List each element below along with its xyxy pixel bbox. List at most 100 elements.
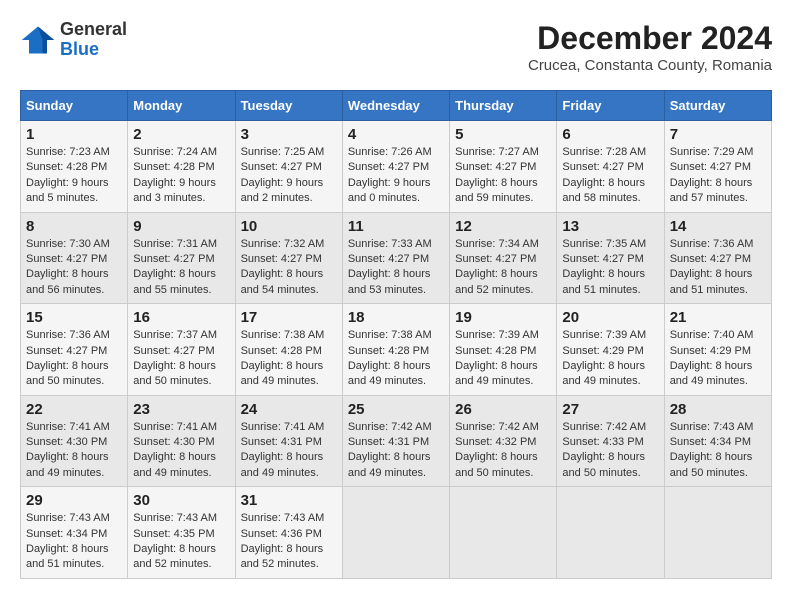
day-info: Sunrise: 7:37 AMSunset: 4:27 PMDaylight:… bbox=[133, 328, 229, 390]
day-number: 22 bbox=[26, 401, 122, 418]
day-info: Sunrise: 7:41 AMSunset: 4:31 PMDaylight:… bbox=[241, 420, 337, 482]
calendar-cell: 20Sunrise: 7:39 AMSunset: 4:29 PMDayligh… bbox=[557, 304, 664, 396]
day-number: 14 bbox=[670, 218, 766, 235]
day-number: 21 bbox=[670, 309, 766, 326]
header-sunday: Sunday bbox=[21, 91, 128, 121]
page-header: General Blue December 2024 Crucea, Const… bbox=[20, 20, 772, 74]
day-info: Sunrise: 7:33 AMSunset: 4:27 PMDaylight:… bbox=[348, 237, 444, 299]
day-info: Sunrise: 7:32 AMSunset: 4:27 PMDaylight:… bbox=[241, 237, 337, 299]
day-number: 23 bbox=[133, 401, 229, 418]
calendar-cell: 24 Sunrise: 7:41 AMSunset: 4:31 PMDayligh… bbox=[235, 395, 342, 487]
calendar-cell: 30 Sunrise: 7:43 AMSunset: 4:35 PMDayligh… bbox=[128, 487, 235, 579]
calendar-week-5: 29 Sunrise: 7:43 AMSunset: 4:34 PMDayligh… bbox=[21, 487, 772, 579]
header-friday: Friday bbox=[557, 91, 664, 121]
calendar-cell: 19Sunrise: 7:39 AMSunset: 4:28 PMDayligh… bbox=[450, 304, 557, 396]
header-monday: Monday bbox=[128, 91, 235, 121]
header-thursday: Thursday bbox=[450, 91, 557, 121]
calendar-cell: 10 Sunrise: 7:32 AMSunset: 4:27 PMDayligh… bbox=[235, 212, 342, 304]
day-number: 15 bbox=[26, 309, 122, 326]
calendar-cell: 31 Sunrise: 7:43 AMSunset: 4:36 PMDayligh… bbox=[235, 487, 342, 579]
day-number: 29 bbox=[26, 492, 122, 509]
calendar-cell: 15 Sunrise: 7:36 AMSunset: 4:27 PMDayligh… bbox=[21, 304, 128, 396]
logo-icon bbox=[20, 22, 56, 58]
day-info: Sunrise: 7:43 AMSunset: 4:34 PMDaylight:… bbox=[26, 511, 122, 573]
calendar-cell: 16 Sunrise: 7:37 AMSunset: 4:27 PMDayligh… bbox=[128, 304, 235, 396]
calendar-week-1: 1 Sunrise: 7:23 AMSunset: 4:28 PMDaylight… bbox=[21, 121, 772, 213]
day-number: 13 bbox=[562, 218, 658, 235]
day-info: Sunrise: 7:35 AMSunset: 4:27 PMDaylight:… bbox=[562, 237, 658, 299]
calendar-cell: 28 Sunrise: 7:43 AMSunset: 4:34 PMDayligh… bbox=[664, 395, 771, 487]
calendar-cell: 29 Sunrise: 7:43 AMSunset: 4:34 PMDayligh… bbox=[21, 487, 128, 579]
calendar-cell: 3 Sunrise: 7:25 AMSunset: 4:27 PMDaylight… bbox=[235, 121, 342, 213]
day-info: Sunrise: 7:41 AMSunset: 4:30 PMDaylight:… bbox=[26, 420, 122, 482]
day-info: Sunrise: 7:38 AMSunset: 4:28 PMDaylight:… bbox=[241, 328, 337, 390]
day-number: 30 bbox=[133, 492, 229, 509]
calendar-cell: 6 Sunrise: 7:28 AMSunset: 4:27 PMDaylight… bbox=[557, 121, 664, 213]
day-info: Sunrise: 7:31 AMSunset: 4:27 PMDaylight:… bbox=[133, 237, 229, 299]
header-wednesday: Wednesday bbox=[342, 91, 449, 121]
day-number: 27 bbox=[562, 401, 658, 418]
day-number: 8 bbox=[26, 218, 122, 235]
calendar-cell: 1 Sunrise: 7:23 AMSunset: 4:28 PMDaylight… bbox=[21, 121, 128, 213]
day-info: Sunrise: 7:26 AMSunset: 4:27 PMDaylight:… bbox=[348, 145, 444, 207]
calendar-cell: 18 Sunrise: 7:38 AMSunset: 4:28 PMDayligh… bbox=[342, 304, 449, 396]
calendar-cell: 8 Sunrise: 7:30 AMSunset: 4:27 PMDaylight… bbox=[21, 212, 128, 304]
day-info: Sunrise: 7:42 AMSunset: 4:33 PMDaylight:… bbox=[562, 420, 658, 482]
calendar-cell: 25 Sunrise: 7:42 AMSunset: 4:31 PMDayligh… bbox=[342, 395, 449, 487]
day-info: Sunrise: 7:43 AMSunset: 4:34 PMDaylight:… bbox=[670, 420, 766, 482]
day-number: 10 bbox=[241, 218, 337, 235]
day-number: 2 bbox=[133, 126, 229, 143]
calendar-cell: 21Sunrise: 7:40 AMSunset: 4:29 PMDayligh… bbox=[664, 304, 771, 396]
day-info: Sunrise: 7:36 AMSunset: 4:27 PMDaylight:… bbox=[670, 237, 766, 299]
day-number: 19 bbox=[455, 309, 551, 326]
calendar-cell: 27 Sunrise: 7:42 AMSunset: 4:33 PMDayligh… bbox=[557, 395, 664, 487]
day-number: 12 bbox=[455, 218, 551, 235]
day-number: 24 bbox=[241, 401, 337, 418]
calendar-cell: 11Sunrise: 7:33 AMSunset: 4:27 PMDayligh… bbox=[342, 212, 449, 304]
calendar-week-2: 8 Sunrise: 7:30 AMSunset: 4:27 PMDaylight… bbox=[21, 212, 772, 304]
calendar-cell bbox=[557, 487, 664, 579]
page-title: December 2024 bbox=[528, 20, 772, 57]
title-block: December 2024 Crucea, Constanta County, … bbox=[528, 20, 772, 74]
calendar-cell: 17 Sunrise: 7:38 AMSunset: 4:28 PMDayligh… bbox=[235, 304, 342, 396]
day-number: 16 bbox=[133, 309, 229, 326]
calendar-cell: 7Sunrise: 7:29 AMSunset: 4:27 PMDaylight… bbox=[664, 121, 771, 213]
calendar-cell: 4 Sunrise: 7:26 AMSunset: 4:27 PMDaylight… bbox=[342, 121, 449, 213]
day-info: Sunrise: 7:43 AMSunset: 4:35 PMDaylight:… bbox=[133, 511, 229, 573]
logo: General Blue bbox=[20, 20, 127, 60]
day-number: 20 bbox=[562, 309, 658, 326]
day-number: 4 bbox=[348, 126, 444, 143]
day-info: Sunrise: 7:30 AMSunset: 4:27 PMDaylight:… bbox=[26, 237, 122, 299]
day-number: 28 bbox=[670, 401, 766, 418]
day-number: 3 bbox=[241, 126, 337, 143]
day-info: Sunrise: 7:27 AMSunset: 4:27 PMDaylight:… bbox=[455, 145, 551, 207]
day-info: Sunrise: 7:36 AMSunset: 4:27 PMDaylight:… bbox=[26, 328, 122, 390]
day-info: Sunrise: 7:29 AMSunset: 4:27 PMDaylight:… bbox=[670, 145, 766, 207]
calendar-cell: 12 Sunrise: 7:34 AMSunset: 4:27 PMDayligh… bbox=[450, 212, 557, 304]
day-info: Sunrise: 7:25 AMSunset: 4:27 PMDaylight:… bbox=[241, 145, 337, 207]
calendar-week-4: 22 Sunrise: 7:41 AMSunset: 4:30 PMDayligh… bbox=[21, 395, 772, 487]
day-info: Sunrise: 7:43 AMSunset: 4:36 PMDaylight:… bbox=[241, 511, 337, 573]
day-number: 1 bbox=[26, 126, 122, 143]
day-info: Sunrise: 7:34 AMSunset: 4:27 PMDaylight:… bbox=[455, 237, 551, 299]
day-number: 5 bbox=[455, 126, 551, 143]
calendar-cell bbox=[664, 487, 771, 579]
day-number: 18 bbox=[348, 309, 444, 326]
day-info: Sunrise: 7:42 AMSunset: 4:31 PMDaylight:… bbox=[348, 420, 444, 482]
calendar-cell: 9Sunrise: 7:31 AMSunset: 4:27 PMDaylight… bbox=[128, 212, 235, 304]
day-info: Sunrise: 7:41 AMSunset: 4:30 PMDaylight:… bbox=[133, 420, 229, 482]
day-number: 31 bbox=[241, 492, 337, 509]
calendar-cell bbox=[450, 487, 557, 579]
day-number: 17 bbox=[241, 309, 337, 326]
calendar-table: SundayMondayTuesdayWednesdayThursdayFrid… bbox=[20, 90, 772, 579]
day-number: 6 bbox=[562, 126, 658, 143]
day-number: 25 bbox=[348, 401, 444, 418]
header-saturday: Saturday bbox=[664, 91, 771, 121]
day-info: Sunrise: 7:28 AMSunset: 4:27 PMDaylight:… bbox=[562, 145, 658, 207]
day-info: Sunrise: 7:23 AMSunset: 4:28 PMDaylight:… bbox=[26, 145, 122, 207]
calendar-header-row: SundayMondayTuesdayWednesdayThursdayFrid… bbox=[21, 91, 772, 121]
calendar-cell: 13 Sunrise: 7:35 AMSunset: 4:27 PMDayligh… bbox=[557, 212, 664, 304]
calendar-cell: 22 Sunrise: 7:41 AMSunset: 4:30 PMDayligh… bbox=[21, 395, 128, 487]
calendar-cell bbox=[342, 487, 449, 579]
day-info: Sunrise: 7:38 AMSunset: 4:28 PMDaylight:… bbox=[348, 328, 444, 390]
